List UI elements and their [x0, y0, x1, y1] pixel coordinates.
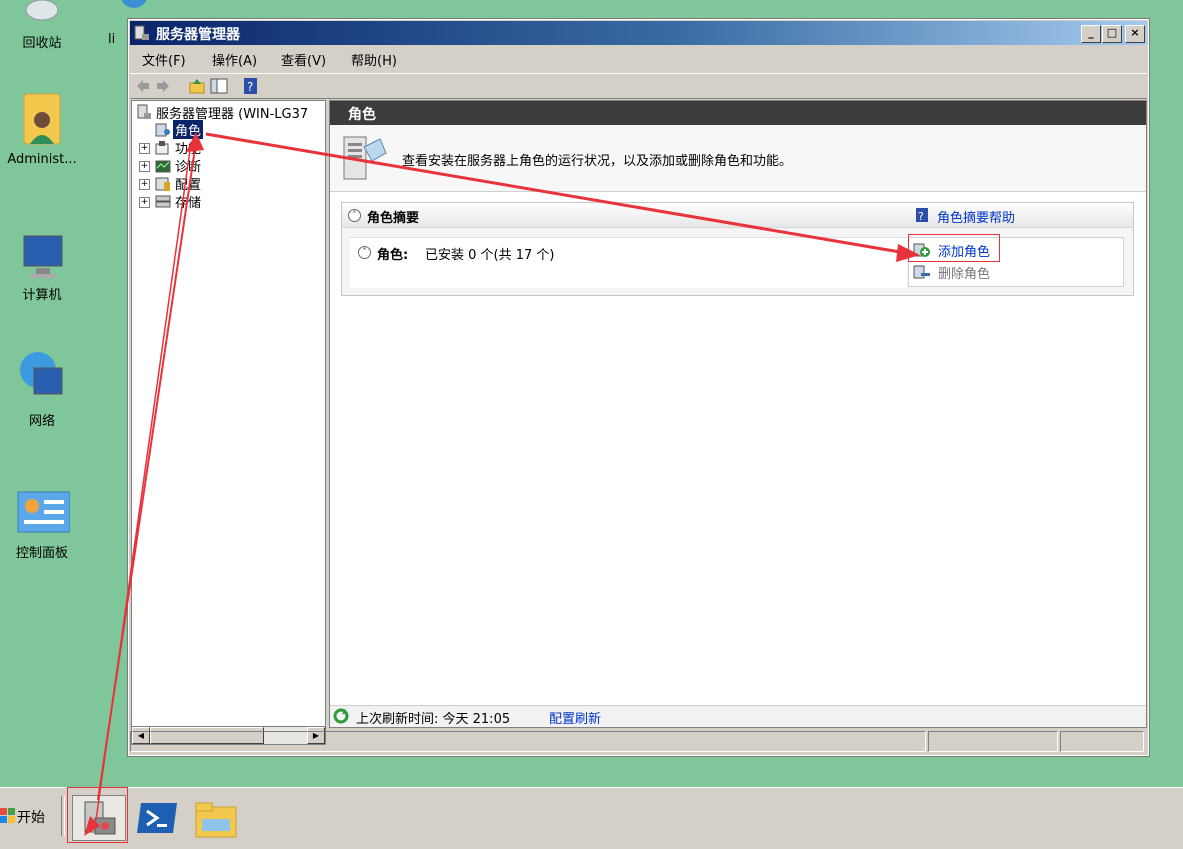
roles-label: 角色: [377, 248, 409, 263]
roles-summary-help-link[interactable]: 角色摘要帮助 [937, 207, 1015, 226]
minimize-button[interactable]: _ [1081, 25, 1101, 43]
window-status-bar [130, 731, 1147, 752]
desktop-icon-administrator[interactable]: Administ... [0, 90, 84, 167]
last-refresh-text: 上次刷新时间: 今天 21:05 [356, 712, 511, 727]
desktop-icon-label: 网络 [28, 414, 55, 429]
folder-icon [195, 802, 237, 838]
configuration-icon [155, 177, 170, 191]
taskbar-explorer[interactable] [190, 795, 242, 839]
svg-text:?: ? [918, 210, 924, 223]
desktop-icon-recycle-bin[interactable]: 回收站 [0, 0, 84, 51]
maximize-button[interactable]: □ [1102, 25, 1122, 43]
features-icon [155, 141, 169, 155]
recycle-bin-icon [18, 0, 66, 28]
pane-header: 角色 [330, 101, 1146, 125]
windows-logo-icon [0, 808, 15, 823]
remove-role-action[interactable]: 删除角色 [911, 262, 1111, 282]
tree-item-label: 诊断 [175, 160, 202, 175]
up-folder-icon[interactable] [188, 77, 206, 95]
status-cell [928, 731, 1058, 752]
title-bar[interactable]: 服务器管理器 _ □ × [130, 21, 1147, 45]
pane-title: 角色 [348, 107, 376, 123]
expand-icon[interactable]: + [139, 143, 150, 154]
help-icon: ? [916, 208, 928, 223]
desktop-icon-label: Administ... [7, 152, 77, 167]
network-globe-icon [18, 350, 66, 406]
roles-summary-section: ˄ 角色摘要 ? 角色摘要帮助 ˄ 角色: 已安装 0 个(共 17 个) 添加… [341, 202, 1134, 296]
roles-status-area: ˄ 角色: 已安装 0 个(共 17 个) [350, 237, 907, 288]
start-button[interactable]: 开始 [0, 800, 56, 834]
menu-action[interactable]: 操作(A) [212, 50, 257, 69]
tree-item-diagnostics[interactable]: + 诊断 [132, 157, 322, 175]
annotation-add-role-box [908, 234, 1000, 262]
start-label: 开始 [17, 810, 45, 826]
configure-refresh-link[interactable]: 配置刷新 [549, 708, 601, 727]
desktop-icon-network[interactable]: 网络 [0, 350, 84, 429]
desktop-icon-control-panel[interactable]: 控制面板 [0, 490, 84, 561]
refresh-icon [333, 708, 349, 724]
menu-file[interactable]: 文件(F) [142, 50, 186, 69]
status-cell [1060, 731, 1144, 752]
close-button[interactable]: × [1125, 25, 1145, 43]
diagnostics-icon [155, 160, 171, 173]
remove-role-icon [913, 265, 930, 279]
menu-help[interactable]: 帮助(H) [351, 50, 397, 69]
refresh-status-bar: 上次刷新时间: 今天 21:05 配置刷新 [330, 705, 1146, 727]
roles-server-icon [343, 136, 387, 180]
roles-description: 查看安装在服务器上角色的运行状况，以及添加或删除角色和功能。 [330, 125, 1146, 192]
expand-icon[interactable]: + [139, 197, 150, 208]
tree-item-label: 存储 [175, 196, 202, 211]
desktop-icon-computer[interactable]: 计算机 [0, 232, 84, 303]
user-folder-icon [18, 90, 66, 148]
expand-icon[interactable]: + [139, 161, 150, 172]
navigation-tree: 服务器管理器 (WIN-LG37 角色 + 功能 + 诊断 + 配置 + 存储 [131, 100, 326, 728]
server-manager-icon [137, 104, 151, 119]
details-pane: 角色 查看安装在服务器上角色的运行状况，以及添加或删除角色和功能。 ˄ 角色摘要… [329, 100, 1147, 728]
control-panel-icon [17, 490, 71, 538]
menu-bar: 文件(F) 操作(A) 查看(V) 帮助(H) [130, 47, 1147, 69]
desktop-icon-label: 回收站 [22, 36, 62, 51]
description-text: 查看安装在服务器上角色的运行状况，以及添加或删除角色和功能。 [402, 154, 793, 169]
window-title: 服务器管理器 [156, 27, 240, 43]
menu-view[interactable]: 查看(V) [281, 50, 326, 69]
section-header[interactable]: ˄ 角色摘要 ? 角色摘要帮助 [342, 203, 1133, 228]
server-manager-window: 服务器管理器 _ □ × 文件(F) 操作(A) 查看(V) 帮助(H) ? 服… [127, 18, 1150, 757]
server-manager-icon [134, 25, 149, 40]
tree-item-configuration[interactable]: + 配置 [132, 175, 322, 193]
roles-installed-count: 已安装 0 个(共 17 个) [425, 248, 555, 263]
status-cell [130, 731, 926, 752]
remove-role-link[interactable]: 删除角色 [938, 263, 990, 282]
taskbar-powershell[interactable] [131, 795, 183, 839]
show-hide-tree-icon[interactable] [210, 77, 228, 95]
taskbar-separator [61, 796, 65, 836]
section-title: 角色摘要 [367, 211, 420, 226]
collapse-icon[interactable]: ˄ [358, 246, 371, 259]
desktop-icon-label: 计算机 [22, 288, 62, 303]
tree-item-label: 功能 [175, 142, 202, 157]
tree-item-storage[interactable]: + 存储 [132, 193, 322, 211]
taskbar: 开始 [0, 787, 1183, 849]
desktop-icon-label: 控制面板 [15, 546, 68, 561]
toolbar: ? [130, 73, 1147, 99]
forward-arrow-icon[interactable] [154, 77, 172, 95]
back-arrow-icon[interactable] [134, 77, 152, 95]
annotation-taskbar-box [67, 787, 128, 843]
desktop-icon-li[interactable]: li [92, 0, 147, 47]
help-icon[interactable]: ? [242, 77, 260, 95]
tree-item-label: 配置 [175, 178, 202, 193]
storage-icon [155, 195, 171, 208]
roles-icon [155, 123, 170, 137]
tree-item-features[interactable]: + 功能 [132, 139, 322, 157]
powershell-icon [137, 803, 177, 833]
expand-icon[interactable]: + [139, 179, 150, 190]
collapse-icon[interactable]: ˄ [348, 209, 361, 222]
computer-icon [18, 232, 66, 280]
tree-item-label: 角色 [173, 120, 204, 139]
svg-text:?: ? [247, 80, 253, 94]
